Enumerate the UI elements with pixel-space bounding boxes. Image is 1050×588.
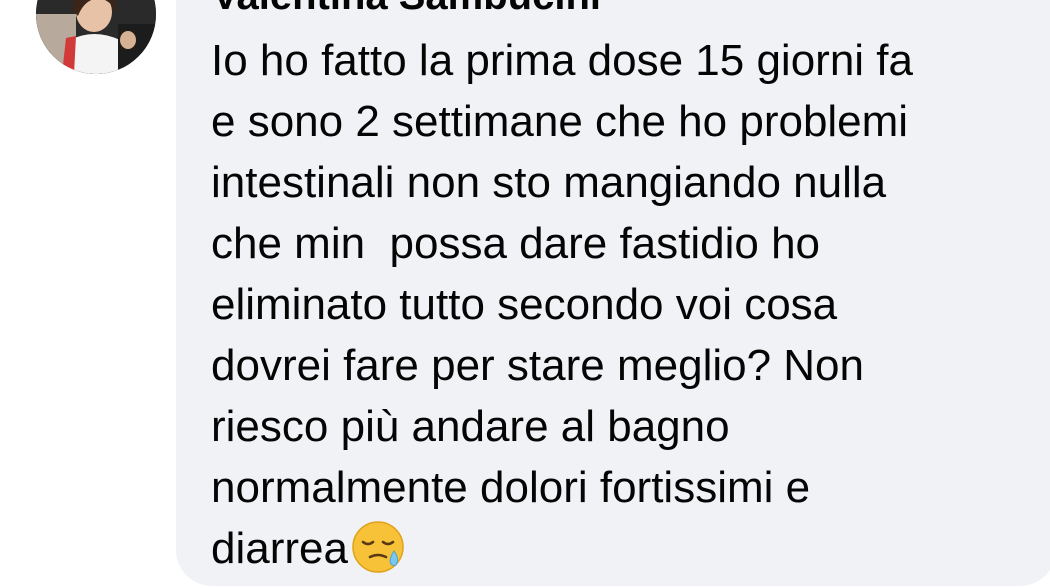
comment-line: e sono 2 settimane che ho problemi <box>211 97 909 146</box>
comment-author-name[interactable]: Valentina Sambucini <box>212 0 601 16</box>
comment-line: dovrei fare per stare meglio? Non <box>211 341 864 390</box>
comment-line: normalmente dolori fortissimi e <box>211 463 811 512</box>
sleepy-face-emoji-icon <box>350 519 406 575</box>
comment-line: Io ho fatto la prima dose 15 giorni fa <box>211 36 913 85</box>
comment-line: che min possa dare fastidio ho <box>211 219 821 268</box>
avatar[interactable] <box>36 0 156 74</box>
comment-line: diarrea <box>211 524 348 573</box>
comment-line: intestinali non sto mangiando nulla <box>211 158 887 207</box>
comment-last-line: diarrea <box>211 518 1011 579</box>
comment-text: Io ho fatto la prima dose 15 giorni fa e… <box>211 30 1011 579</box>
comment-line: riesco più andare al bagno <box>211 402 730 451</box>
profile-photo-icon <box>36 0 156 74</box>
comment-line: eliminato tutto secondo voi cosa <box>211 280 838 329</box>
comment-thread: Valentina Sambucini Io ho fatto la prima… <box>0 0 1050 588</box>
